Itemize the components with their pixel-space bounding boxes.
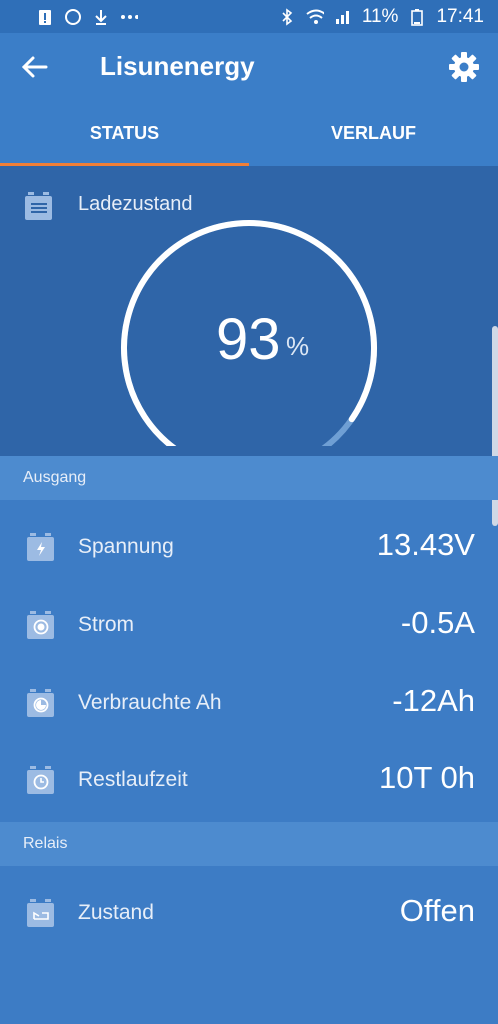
section-header-relay: Relais: [0, 822, 498, 866]
tab-bar: STATUS VERLAUF: [0, 101, 498, 166]
clock-time: 17:41: [436, 5, 484, 27]
consumed-ah-value: -12Ah: [392, 683, 475, 718]
state-of-charge-value: 93: [216, 307, 281, 372]
time-remaining-label: Restlaufzeit: [78, 768, 188, 791]
row-voltage: Spannung 13.43V: [0, 509, 498, 587]
row-consumed-ah: Verbrauchte Ah -12Ah: [0, 665, 498, 743]
state-of-charge-unit: %: [286, 331, 310, 361]
voltage-label: Spannung: [78, 535, 174, 558]
voltage-value: 13.43V: [376, 527, 475, 562]
consumed-icon: [27, 689, 54, 717]
battery-percent: 11%: [361, 5, 399, 27]
current-label: Strom: [78, 613, 135, 636]
consumed-ah-label: Verbrauchte Ah: [78, 691, 222, 714]
row-relay-state: Zustand Offen: [0, 875, 498, 953]
relay-state-value: Offen: [399, 893, 475, 928]
clock-icon: [27, 766, 54, 794]
relay-state-label: Zustand: [78, 901, 154, 924]
whatsapp-icon: [64, 8, 82, 26]
list-icon: [25, 192, 52, 220]
relay-icon: [27, 899, 54, 927]
alert-icon: [36, 8, 54, 26]
tab-verlauf[interactable]: VERLAUF: [249, 101, 498, 166]
download-icon: [92, 8, 110, 26]
state-of-charge-card: Ladezustand 93 %: [0, 166, 498, 526]
bolt-icon: [27, 533, 54, 561]
bluetooth-icon: [278, 7, 296, 26]
page-title: Lisunenergy: [100, 51, 255, 81]
section-header-output: Ausgang: [0, 456, 498, 500]
app-bar: Lisunenergy: [0, 33, 498, 101]
back-arrow-icon[interactable]: [20, 53, 48, 81]
status-bar: 11% 17:41: [0, 0, 498, 33]
row-current: Strom -0.5A: [0, 587, 498, 665]
state-of-charge-label: Ladezustand: [78, 193, 193, 215]
battery-icon: [408, 8, 426, 26]
row-time-remaining: Restlaufzeit 10T 0h: [0, 742, 498, 820]
settings-gear-icon[interactable]: [448, 51, 480, 83]
signal-icon: [334, 8, 352, 26]
current-value: -0.5A: [400, 605, 475, 640]
wifi-icon: [306, 8, 324, 26]
tab-status[interactable]: STATUS: [0, 101, 249, 166]
current-icon: [27, 611, 54, 639]
more-notifications-icon: [120, 8, 138, 26]
time-remaining-value: 10T 0h: [379, 760, 475, 795]
